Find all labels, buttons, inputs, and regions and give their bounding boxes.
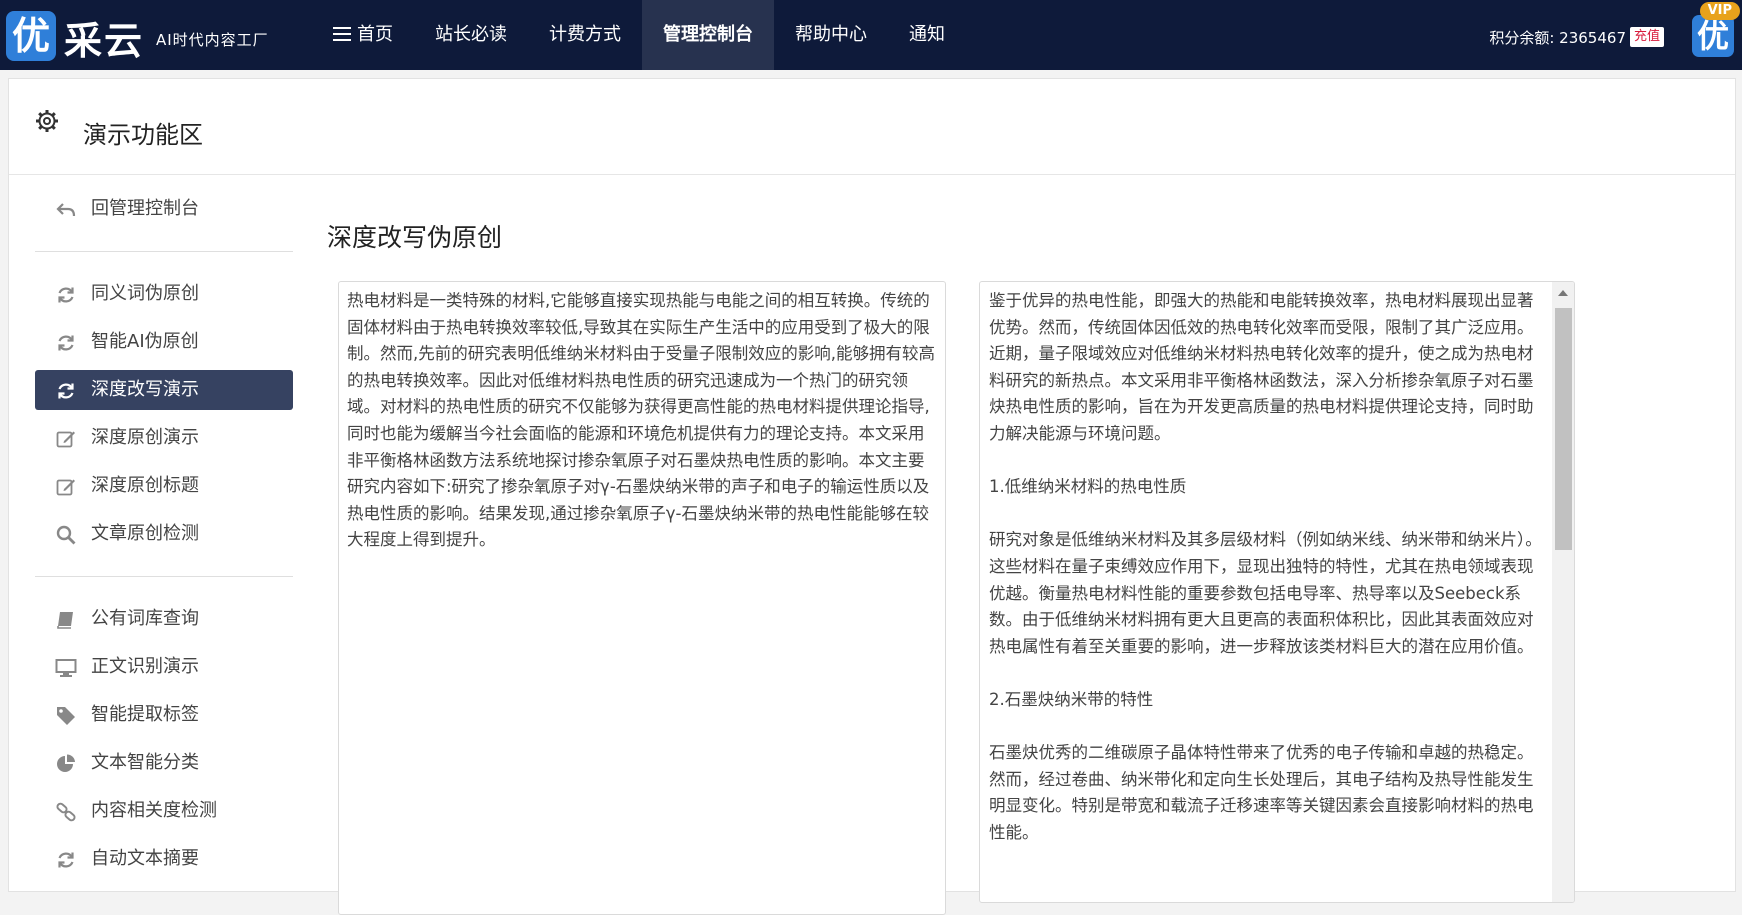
monitor-icon bbox=[55, 659, 77, 677]
main-nav: 首页 站长必读 计费方式 管理控制台 帮助中心 通知 bbox=[312, 0, 966, 70]
sidebar-item-deep-original[interactable]: 深度原创演示 bbox=[35, 418, 293, 458]
refresh-icon bbox=[58, 335, 74, 351]
back-arrow-icon bbox=[56, 203, 76, 217]
sidebar-item-label: 深度改写演示 bbox=[91, 379, 199, 400]
refresh-icon bbox=[58, 287, 74, 303]
pie-chart-icon bbox=[57, 754, 75, 772]
vip-badge: VIP bbox=[1699, 2, 1740, 20]
sidebar-divider bbox=[35, 576, 293, 577]
nav-pricing[interactable]: 计费方式 bbox=[528, 0, 642, 70]
logo-mark[interactable]: 优 bbox=[6, 11, 56, 61]
recharge-button[interactable]: 充值 bbox=[1629, 27, 1664, 47]
output-text: 鉴于优异的热电性能，即强大的热能和电能转换效率，热电材料展现出显著优势。然而，传… bbox=[989, 288, 1543, 873]
page-title: 深度改写伪原创 bbox=[327, 223, 503, 252]
input-textarea[interactable]: 热电材料是一类特殊的材料,它能够直接实现热能与电能之间的相互转换。传统的固体材料… bbox=[338, 281, 946, 915]
sidebar-item-synonym-rewrite[interactable]: 同义词伪原创 bbox=[35, 274, 293, 314]
sidebar-item-auto-summary[interactable]: 自动文本摘要 bbox=[35, 839, 293, 879]
sidebar-item-originality-check[interactable]: 文章原创检测 bbox=[35, 514, 293, 554]
tag-icon bbox=[57, 707, 75, 725]
search-icon bbox=[56, 525, 76, 545]
edit-icon bbox=[56, 479, 75, 496]
nav-notifications[interactable]: 通知 bbox=[888, 0, 966, 70]
edit-icon bbox=[56, 431, 75, 448]
sidebar-item-ai-rewrite[interactable]: 智能AI伪原创 bbox=[35, 322, 293, 362]
sidebar-item-label: 智能提取标签 bbox=[91, 704, 199, 725]
sidebar-item-text-extraction[interactable]: 正文识别演示 bbox=[35, 647, 293, 687]
sidebar-item-label: 深度原创标题 bbox=[91, 475, 199, 496]
sidebar-item-label: 同义词伪原创 bbox=[91, 283, 199, 304]
sidebar-item-label: 文章原创检测 bbox=[91, 523, 199, 544]
sidebar: 回管理控制台 同义词伪原创 智能AI伪原创 深度改写演示 深度原创演示 深度原创… bbox=[35, 189, 293, 887]
menu-list-icon bbox=[333, 27, 351, 41]
gear-icon bbox=[36, 110, 58, 132]
sidebar-item-tag-extraction[interactable]: 智能提取标签 bbox=[35, 695, 293, 735]
sidebar-item-deep-original-title[interactable]: 深度原创标题 bbox=[35, 466, 293, 506]
sidebar-item-public-lexicon[interactable]: 公有词库查询 bbox=[35, 599, 293, 639]
book-icon bbox=[57, 612, 73, 629]
sidebar-item-label: 正文识别演示 bbox=[91, 656, 199, 677]
scroll-thumb[interactable] bbox=[1555, 308, 1572, 550]
nav-console[interactable]: 管理控制台 bbox=[642, 0, 774, 70]
sidebar-item-deep-rewrite[interactable]: 深度改写演示 bbox=[35, 370, 293, 410]
logo-slogan: AI时代内容工厂 bbox=[156, 31, 269, 49]
sidebar-item-back-console[interactable]: 回管理控制台 bbox=[35, 189, 293, 229]
nav-home[interactable]: 首页 bbox=[312, 0, 414, 70]
scroll-up-arrow-icon[interactable] bbox=[1558, 290, 1568, 296]
sidebar-item-relevance-check[interactable]: 内容相关度检测 bbox=[35, 791, 293, 831]
output-heading: 2.石墨炔纳米带的特性 bbox=[989, 689, 1154, 709]
sidebar-item-label: 公有词库查询 bbox=[91, 608, 199, 629]
sidebar-item-label: 自动文本摘要 bbox=[91, 848, 199, 869]
refresh-icon bbox=[58, 852, 74, 868]
sidebar-item-label: 回管理控制台 bbox=[91, 198, 199, 219]
output-textarea[interactable]: 鉴于优异的热电性能，即强大的热能和电能转换效率，热电材料展现出显著优势。然而，传… bbox=[979, 281, 1575, 903]
refresh-icon bbox=[58, 383, 74, 399]
sidebar-item-label: 文本智能分类 bbox=[91, 752, 199, 773]
nav-home-label: 首页 bbox=[357, 24, 393, 45]
user-avatar[interactable]: 优 bbox=[1692, 15, 1734, 57]
link-icon bbox=[56, 802, 76, 822]
output-paragraph: 石墨炔优秀的二维碳原子晶体特性带来了优秀的电子传输和卓越的热稳定。然而，经过卷曲… bbox=[989, 743, 1534, 842]
output-scrollbar[interactable] bbox=[1552, 282, 1574, 902]
sidebar-item-label: 智能AI伪原创 bbox=[91, 331, 199, 352]
output-paragraph: 鉴于优异的热电性能，即强大的热能和电能转换效率，热电材料展现出显著优势。然而，传… bbox=[989, 291, 1534, 443]
sidebar-item-text-classification[interactable]: 文本智能分类 bbox=[35, 743, 293, 783]
panel-header: 演示功能区 bbox=[9, 79, 1735, 175]
sidebar-item-label: 内容相关度检测 bbox=[91, 800, 217, 821]
sidebar-item-label: 深度原创演示 bbox=[91, 427, 199, 448]
logo-text[interactable]: 采云 bbox=[64, 10, 144, 65]
top-navbar: 优 采云 AI时代内容工厂 首页 站长必读 计费方式 管理控制台 帮助中心 通知… bbox=[0, 0, 1742, 70]
sidebar-divider bbox=[35, 251, 293, 252]
nav-help-center[interactable]: 帮助中心 bbox=[774, 0, 888, 70]
nav-webmaster-guide[interactable]: 站长必读 bbox=[414, 0, 528, 70]
panel-title: 演示功能区 bbox=[83, 121, 203, 149]
credits-balance: 积分余额: 2365467 bbox=[1489, 29, 1626, 47]
output-paragraph: 研究对象是低维纳米材料及其多层级材料（例如纳米线、纳米带和纳米片）。这些材料在量… bbox=[989, 530, 1542, 656]
output-heading: 1.低维纳米材料的热电性质 bbox=[989, 477, 1187, 497]
